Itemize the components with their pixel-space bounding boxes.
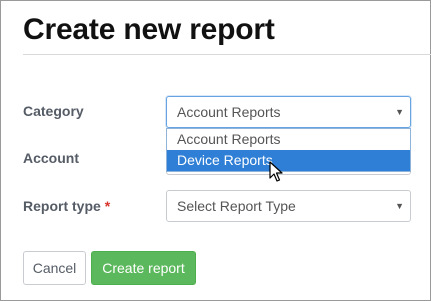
report-type-label-text: Report type — [23, 198, 101, 214]
chevron-down-icon: ▼ — [395, 201, 404, 211]
page-title: Create new report — [23, 13, 275, 46]
account-label: Account — [23, 150, 79, 166]
category-select-value: Account Reports — [177, 104, 281, 120]
cursor-arrow-icon — [269, 161, 283, 182]
cancel-button[interactable]: Cancel — [23, 251, 86, 285]
category-select[interactable]: Account Reports ▼ — [166, 96, 411, 128]
report-type-placeholder: Select Report Type — [177, 198, 296, 214]
create-report-button[interactable]: Create report — [91, 251, 196, 285]
required-mark: * — [104, 198, 111, 214]
chevron-down-icon: ▼ — [395, 107, 404, 117]
dialog-frame: Create new report Category Account Repor… — [0, 0, 431, 301]
option-account-reports[interactable]: Account Reports — [167, 129, 410, 150]
category-label: Category — [23, 103, 84, 119]
report-type-label: Report type * — [23, 198, 110, 214]
report-type-select[interactable]: Select Report Type ▼ — [166, 190, 411, 222]
category-dropdown-list: Account Reports Device Reports — [166, 128, 411, 172]
title-divider — [23, 54, 431, 55]
option-device-reports[interactable]: Device Reports — [167, 150, 410, 171]
